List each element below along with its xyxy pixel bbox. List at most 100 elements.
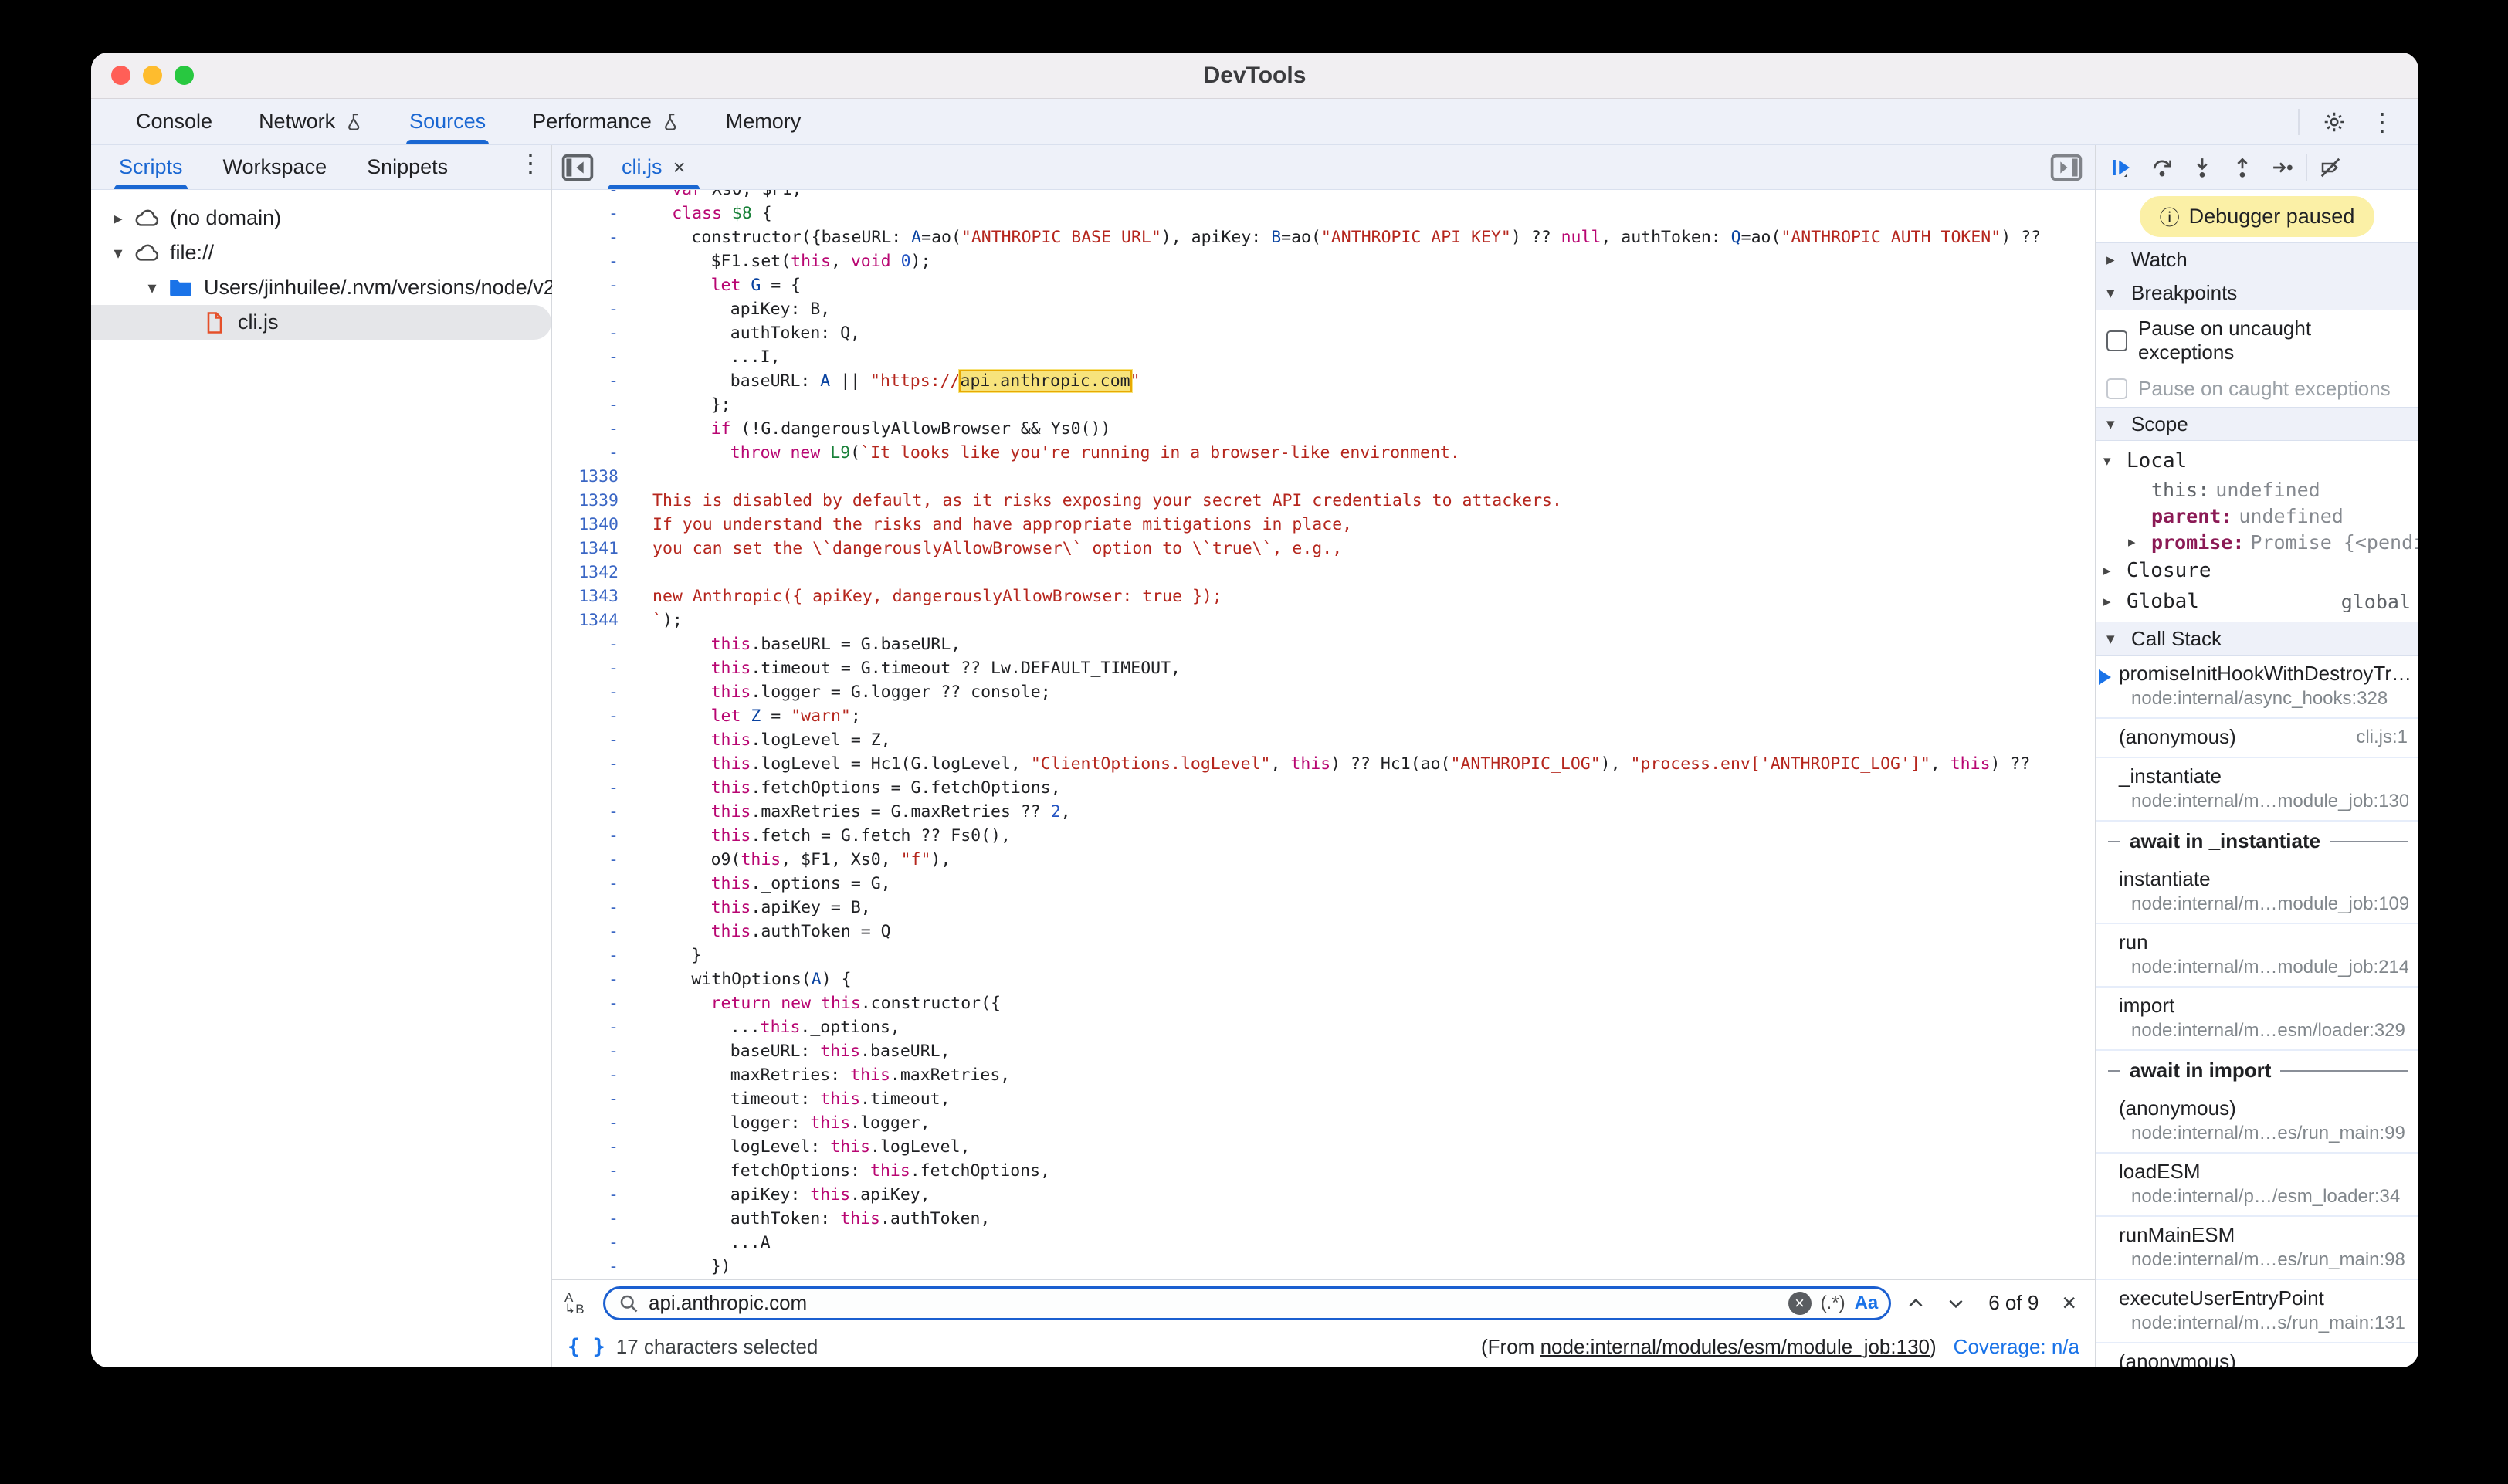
code-line[interactable]: -this.baseURL = G.baseURL,: [552, 632, 2095, 656]
line-number[interactable]: -: [552, 1183, 639, 1207]
code-line[interactable]: -let Z = "warn";: [552, 704, 2095, 728]
code-line[interactable]: -...A: [552, 1231, 2095, 1255]
line-number[interactable]: -: [552, 190, 639, 202]
line-number[interactable]: -: [552, 776, 639, 800]
code-line[interactable]: -...this._options,: [552, 1015, 2095, 1039]
line-number[interactable]: 1340: [552, 513, 639, 537]
code-line[interactable]: -baseURL: A || "https://api.anthropic.co…: [552, 369, 2095, 393]
pretty-print-icon[interactable]: { }: [568, 1335, 605, 1359]
chevron-right-icon[interactable]: ▸: [2128, 534, 2145, 551]
tree-item-cli-js[interactable]: cli.js: [91, 305, 551, 340]
line-number[interactable]: -: [552, 249, 639, 273]
maximize-window-button[interactable]: [175, 66, 194, 85]
watch-section-header[interactable]: ▸Watch: [2096, 242, 2418, 276]
line-number[interactable]: -: [552, 441, 639, 465]
minimize-window-button[interactable]: [143, 66, 162, 85]
tree-item--no-domain-[interactable]: (no domain): [91, 201, 551, 235]
code-line[interactable]: -return new this.constructor({: [552, 991, 2095, 1015]
editor-tab-clijs[interactable]: cli.js ×: [603, 145, 704, 189]
tree-item-file-[interactable]: file://: [91, 235, 551, 270]
call-stack-frame[interactable]: runMainESMnode:internal/m…es/run_main:98: [2096, 1217, 2418, 1280]
previous-match-button[interactable]: [1900, 1288, 1931, 1319]
close-window-button[interactable]: [111, 66, 130, 85]
line-number[interactable]: -: [552, 1111, 639, 1135]
call-stack-frame[interactable]: runnode:internal/m…module_job:214: [2096, 924, 2418, 988]
scope-group-global[interactable]: ▸Globalglobal: [2096, 586, 2418, 617]
line-number[interactable]: -: [552, 1063, 639, 1087]
code-line[interactable]: 1340If you understand the risks and have…: [552, 513, 2095, 537]
line-number[interactable]: -: [552, 920, 639, 944]
line-number[interactable]: -: [552, 1087, 639, 1111]
line-number[interactable]: -: [552, 273, 639, 297]
scope-variable-parent[interactable]: parent: undefined: [2096, 503, 2418, 529]
call-stack-frame[interactable]: instantiatenode:internal/m…module_job:10…: [2096, 861, 2418, 924]
line-number[interactable]: -: [552, 728, 639, 752]
line-number[interactable]: -: [552, 824, 639, 848]
step-button[interactable]: [2262, 150, 2303, 185]
line-number[interactable]: -: [552, 872, 639, 896]
hide-navigator-icon[interactable]: [560, 152, 595, 183]
call-stack-frame[interactable]: (anonymous)node:internal/m…es/run_main:9…: [2096, 1090, 2418, 1154]
line-number[interactable]: -: [552, 752, 639, 776]
code-line[interactable]: -this.logger = G.logger ?? console;: [552, 680, 2095, 704]
sidebar-tab-workspace[interactable]: Workspace: [203, 145, 347, 189]
code-line[interactable]: -if (!G.dangerouslyAllowBrowser && Ys0()…: [552, 417, 2095, 441]
code-line[interactable]: -};: [552, 393, 2095, 417]
scope-variable-this[interactable]: this: undefined: [2096, 476, 2418, 503]
source-origin-link[interactable]: node:internal/modules/esm/module_job:130: [1540, 1335, 1930, 1358]
more-options-kebab-icon[interactable]: ⋮: [2361, 104, 2403, 140]
match-case-toggle-button[interactable]: Aa: [1855, 1293, 1879, 1314]
call-stack-frame[interactable]: importnode:internal/m…esm/loader:329: [2096, 988, 2418, 1051]
breakpoints-section-header[interactable]: ▾Breakpoints: [2096, 276, 2418, 310]
code-line[interactable]: -authToken: this.authToken,: [552, 1207, 2095, 1231]
code-line[interactable]: 1341you can set the \`dangerouslyAllowBr…: [552, 537, 2095, 561]
code-line[interactable]: -var Xs0, $F1;: [552, 190, 2095, 202]
code-line[interactable]: -this.timeout = G.timeout ?? Lw.DEFAULT_…: [552, 656, 2095, 680]
step-out-button[interactable]: [2222, 150, 2262, 185]
search-input[interactable]: [649, 1291, 1779, 1315]
line-number[interactable]: -: [552, 202, 639, 225]
code-line[interactable]: 1338: [552, 465, 2095, 489]
code-line[interactable]: -logLevel: this.logLevel,: [552, 1135, 2095, 1159]
line-number[interactable]: -: [552, 369, 639, 393]
step-over-button[interactable]: [2142, 150, 2182, 185]
code-line[interactable]: -withOptions(A) {: [552, 967, 2095, 991]
code-line[interactable]: -this.apiKey = B,: [552, 896, 2095, 920]
tab-memory[interactable]: Memory: [703, 99, 825, 144]
code-line[interactable]: -let G = {: [552, 273, 2095, 297]
code-line[interactable]: 1342: [552, 561, 2095, 584]
call-stack-section-header[interactable]: ▾Call Stack: [2096, 622, 2418, 656]
call-stack-frame[interactable]: (anonymous)cli.js:1: [2096, 719, 2418, 758]
scope-group-closure[interactable]: ▸Closure: [2096, 555, 2418, 586]
code-line[interactable]: -throw new L9(`It looks like you're runn…: [552, 441, 2095, 465]
coverage-link[interactable]: Coverage: n/a: [1954, 1335, 2079, 1359]
search-field[interactable]: × (.*) Aa: [603, 1286, 1891, 1320]
line-number[interactable]: 1339: [552, 489, 639, 513]
code-line[interactable]: -this.fetch = G.fetch ?? Fs0(),: [552, 824, 2095, 848]
tree-disclosure-icon[interactable]: [105, 243, 131, 263]
line-number[interactable]: -: [552, 1015, 639, 1039]
scope-variable-promise[interactable]: ▸promise: Promise {<pending>}: [2096, 529, 2418, 555]
regex-toggle-button[interactable]: (.*): [1821, 1293, 1845, 1314]
line-number[interactable]: -: [552, 345, 639, 369]
code-line[interactable]: -this.authToken = Q: [552, 920, 2095, 944]
line-number[interactable]: -: [552, 704, 639, 728]
code-line[interactable]: -class $8 {: [552, 202, 2095, 225]
code-line[interactable]: -fetchOptions: this.fetchOptions,: [552, 1159, 2095, 1183]
code-line[interactable]: -apiKey: B,: [552, 297, 2095, 321]
code-line[interactable]: -this.fetchOptions = G.fetchOptions,: [552, 776, 2095, 800]
code-line[interactable]: 1343new Anthropic({ apiKey, dangerouslyA…: [552, 584, 2095, 608]
line-number[interactable]: -: [552, 1255, 639, 1279]
line-number[interactable]: -: [552, 680, 639, 704]
step-into-button[interactable]: [2182, 150, 2222, 185]
line-number[interactable]: 1344: [552, 608, 639, 632]
resume-button[interactable]: [2102, 150, 2142, 185]
line-number[interactable]: -: [552, 656, 639, 680]
code-line[interactable]: -$F1.set(this, void 0);: [552, 249, 2095, 273]
clear-search-icon[interactable]: ×: [1788, 1292, 1812, 1315]
line-number[interactable]: -: [552, 1159, 639, 1183]
line-number[interactable]: 1342: [552, 561, 639, 584]
checkbox[interactable]: [2106, 330, 2127, 351]
tab-console[interactable]: Console: [113, 99, 236, 144]
call-stack-frame[interactable]: loadESMnode:internal/p…/esm_loader:34: [2096, 1154, 2418, 1217]
